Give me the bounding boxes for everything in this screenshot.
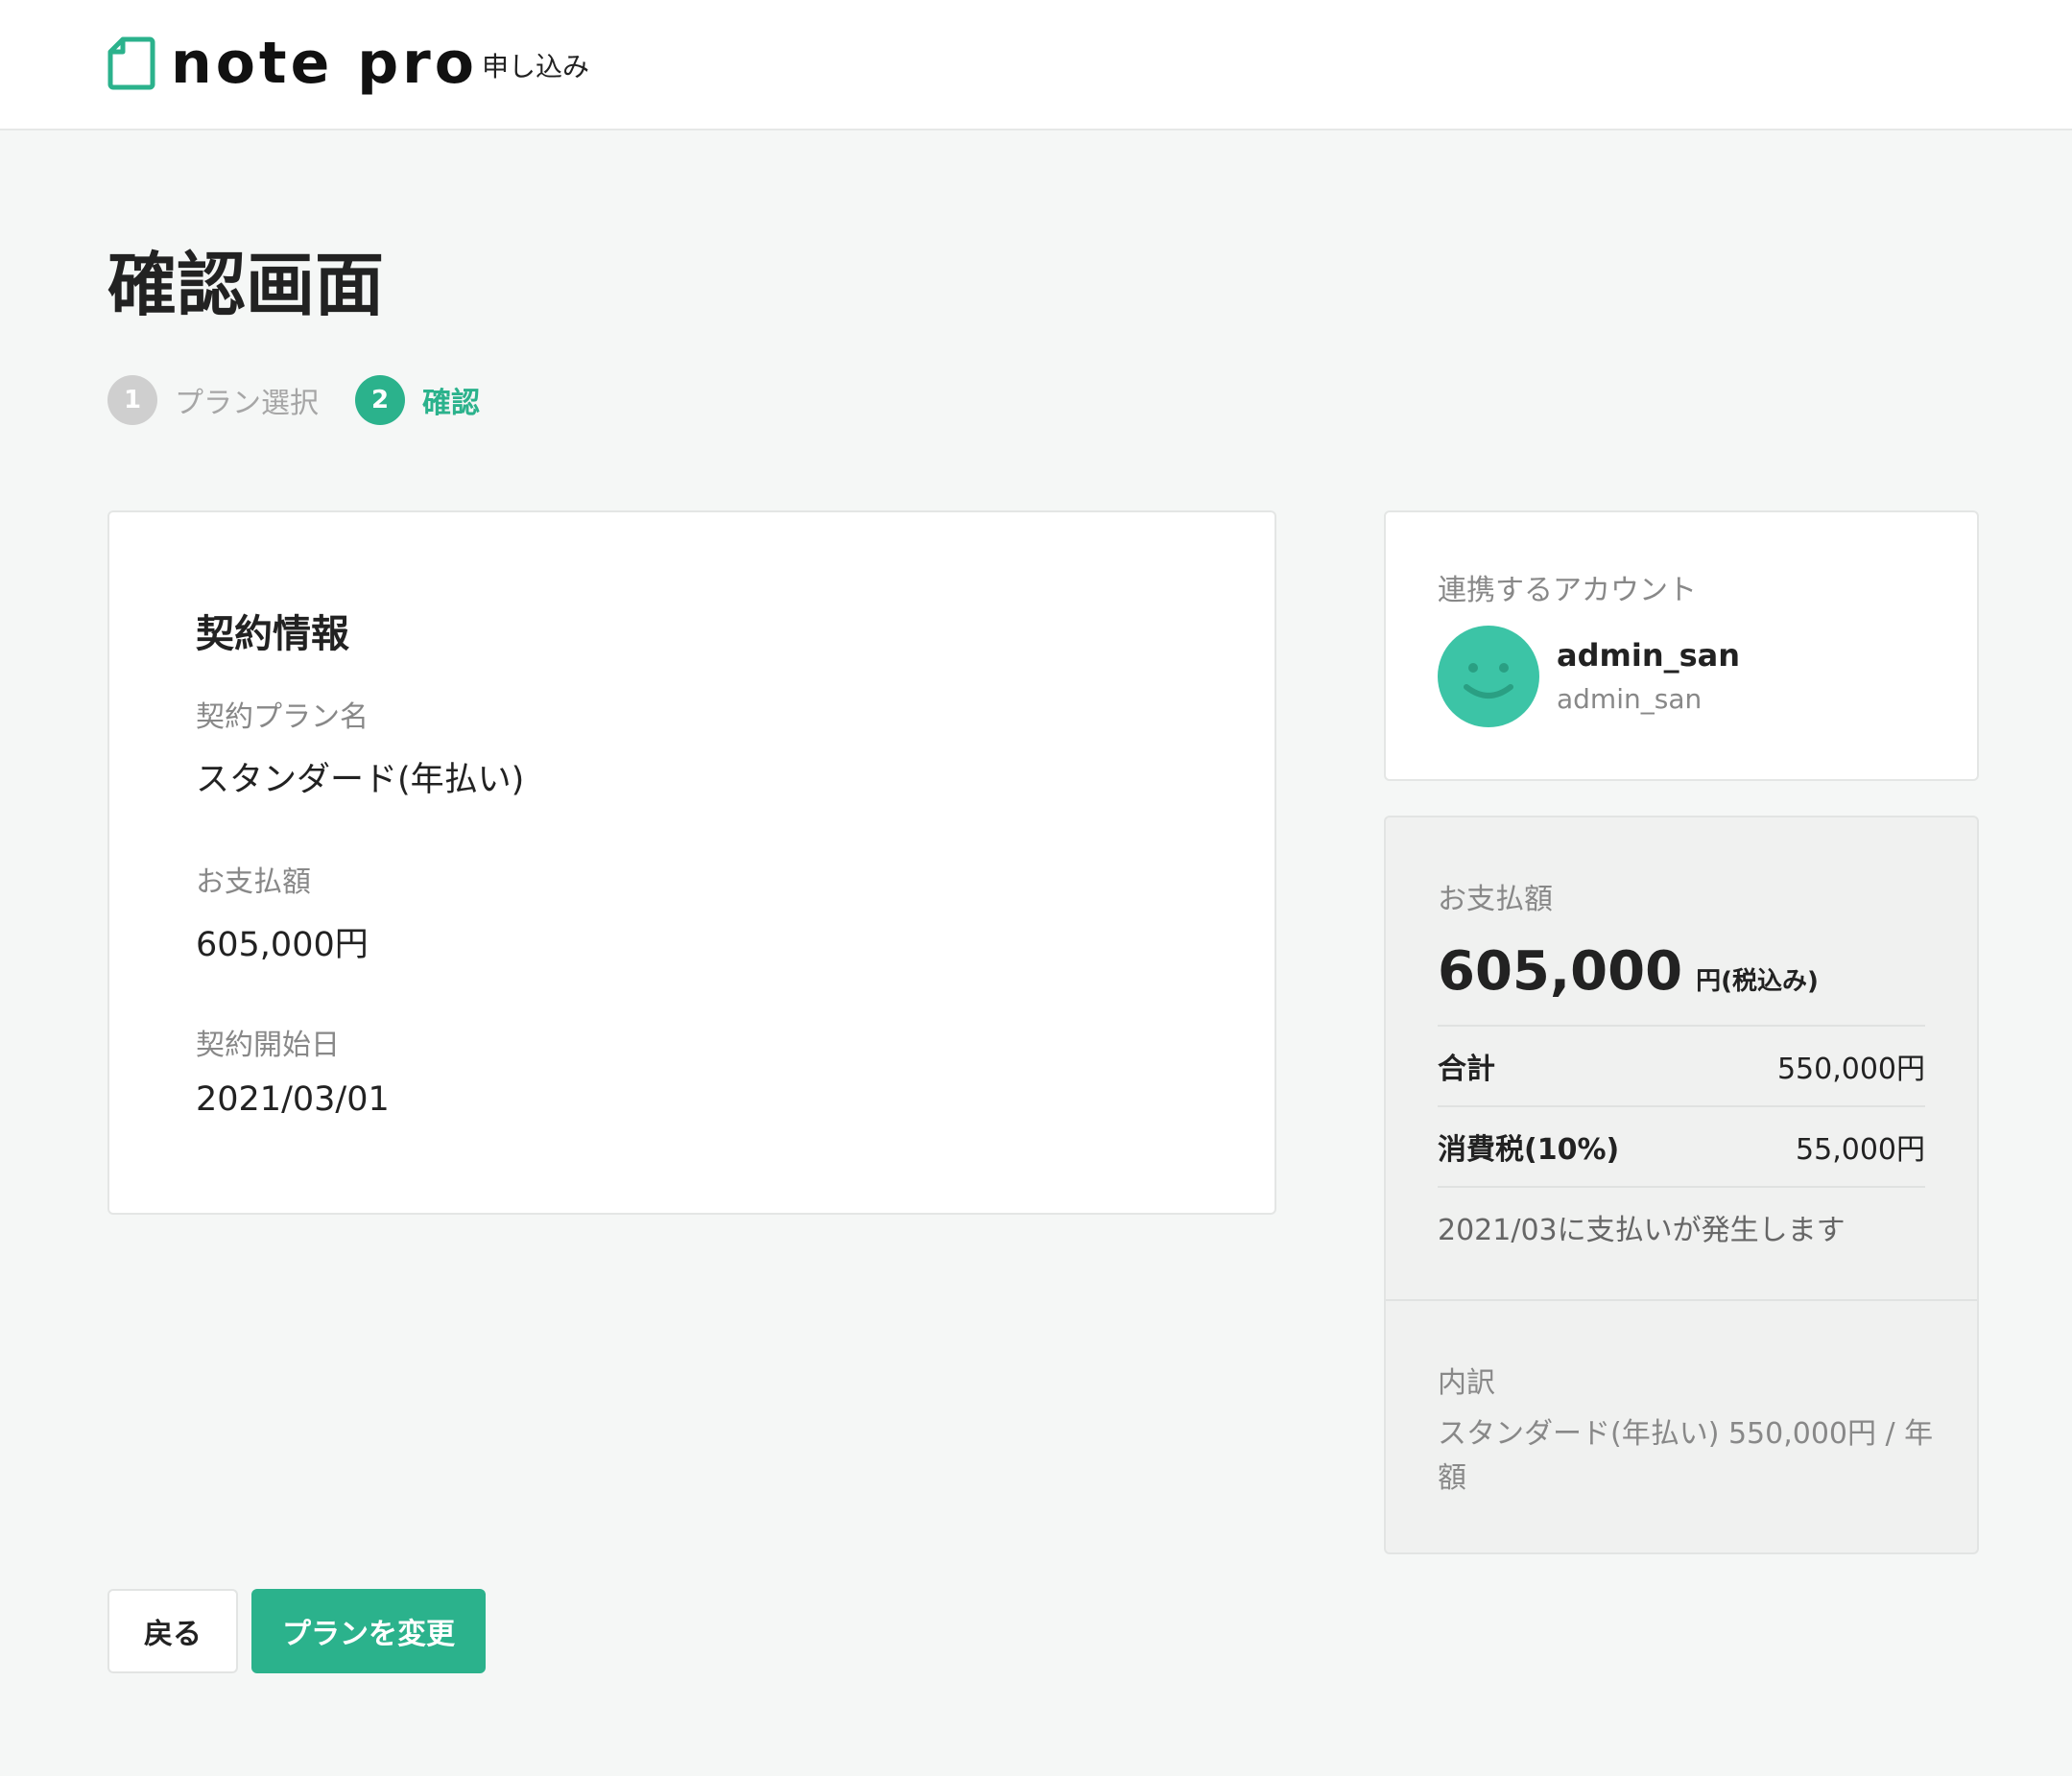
payment-divider [1386,1299,1977,1301]
payment-summary-card: お支払額 605,000 円(税込み) 合計 550,000円 消費税(10%)… [1384,816,1979,1554]
note-pro-logo[interactable]: note pro [107,35,478,92]
tax-value: 55,000円 [1796,1133,1925,1167]
breakdown-text: スタンダード(年払い) 550,000円 / 年額 [1438,1417,1934,1495]
change-plan-button[interactable]: プランを変更 [251,1589,486,1673]
subtotal-value: 550,000円 [1776,1053,1925,1086]
top-header: note pro 申し込み [0,0,2072,130]
linked-account-heading: 連携するアカウント [1438,574,1697,607]
breakdown-heading: 内訳 [1438,1366,1495,1400]
payment-amount-label: お支払額 [196,865,311,899]
header-subtitle: 申し込み [482,51,590,83]
step-number-1: 1 [107,375,157,425]
payment-heading: お支払額 [1438,883,1553,916]
tax-label: 消費税(10%) [1438,1133,1620,1167]
tax-row: 消費税(10%) 55,000円 [1438,1105,1925,1186]
account-user-id: admin_san [1557,683,1703,715]
start-date-label: 契約開始日 [196,1029,340,1062]
plan-name-label: 契約プラン名 [196,700,369,734]
billing-note-row: 2021/03に支払いが発生します [1438,1186,1925,1267]
payment-unit: 円(税込み) [1696,967,1819,996]
step-confirm: 2 確認 [355,375,480,425]
contract-info-card: 契約情報 契約プラン名 スタンダード(年払い) お支払額 605,000円 契約… [107,510,1276,1215]
step-plan-select: 1 プラン選択 [107,375,319,425]
step-label-plan-select: プラン選択 [175,387,319,420]
payment-amount: 605,000 [1438,940,1683,1003]
note-logo-icon [107,36,155,90]
linked-account-card: 連携するアカウント admin_san admin_san [1384,510,1979,781]
subtotal-label: 合計 [1438,1053,1495,1086]
payment-total: 605,000 円(税込み) [1438,940,1819,1003]
avatar-smiley-icon [1438,626,1539,727]
step-indicator: 1 プラン選択 2 確認 [107,374,516,426]
page-title: 確認画面 [107,245,385,325]
billing-note: 2021/03に支払いが発生します [1438,1214,1846,1247]
subtotal-row: 合計 550,000円 [1438,1025,1925,1105]
logo-text: note pro [171,30,478,97]
start-date-value: 2021/03/01 [196,1080,390,1119]
step-label-confirm: 確認 [422,387,480,420]
step-number-2: 2 [355,375,405,425]
account-display-name: admin_san [1557,637,1741,674]
contract-info-title: 契約情報 [196,612,349,656]
plan-name-value: スタンダード(年払い) [196,761,525,799]
payment-amount-value: 605,000円 [196,926,369,964]
back-button[interactable]: 戻る [107,1589,238,1673]
